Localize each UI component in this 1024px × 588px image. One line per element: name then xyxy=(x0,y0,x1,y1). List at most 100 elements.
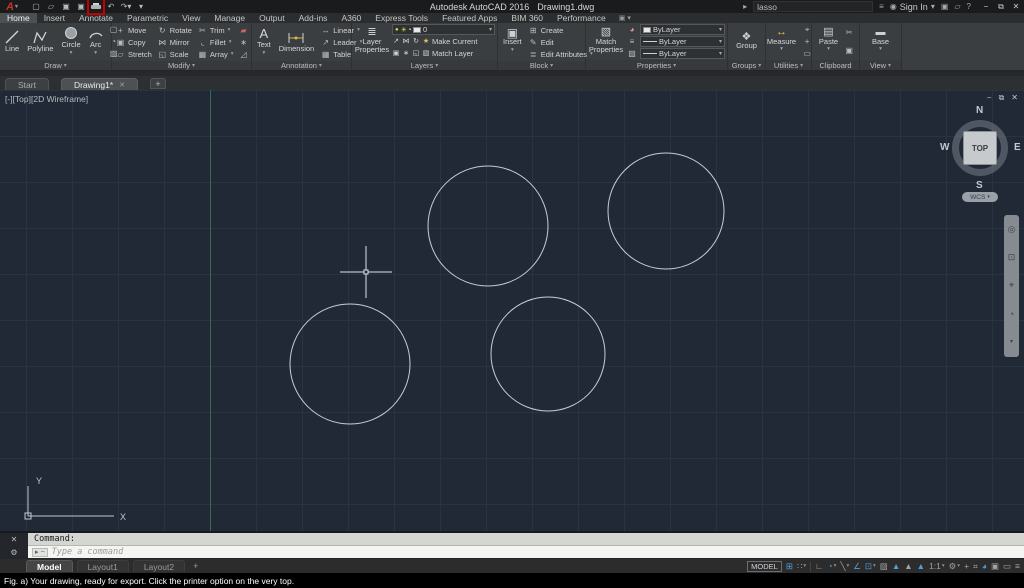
sign-in-button[interactable]: ◉ Sign In ▾ xyxy=(890,2,935,12)
clean-screen-button[interactable]: ▭ xyxy=(1003,561,1011,572)
arc-button[interactable]: Arc ▾ xyxy=(86,24,106,59)
tab-annotate[interactable]: Annotate xyxy=(72,13,120,23)
tab-insert[interactable]: Insert xyxy=(37,13,72,23)
viewcube-west[interactable]: W xyxy=(940,142,949,153)
annotation-monitor-button[interactable]: + xyxy=(964,561,969,571)
cut-button[interactable]: ✂ xyxy=(843,27,855,38)
viewcube-north[interactable]: N xyxy=(976,105,983,116)
base-button[interactable]: ▬ Base ▾ xyxy=(869,24,892,59)
layer-tool-icon[interactable]: ◱ xyxy=(412,49,420,57)
fillet-button[interactable]: ◟Fillet▾ xyxy=(196,36,236,48)
layer-tool-icon[interactable]: ∗ xyxy=(402,49,410,57)
keyword-icon[interactable]: ≡ xyxy=(879,2,884,11)
tab-featured-apps[interactable]: Featured Apps xyxy=(435,13,504,23)
array-button[interactable]: ▦Array▾ xyxy=(196,48,236,60)
circle-button[interactable]: Circle ▾ xyxy=(58,24,83,59)
file-tab-start[interactable]: Start xyxy=(5,78,49,90)
close-tab-icon[interactable]: ✕ xyxy=(119,81,125,89)
layer-dropdown[interactable]: ● ☀ ▪ 0 ▾ xyxy=(392,24,495,35)
panel-label-block[interactable]: Block▾ xyxy=(498,61,585,70)
panel-label-groups[interactable]: Groups▾ xyxy=(728,60,765,70)
viewport-label[interactable]: [-][Top][2D Wireframe] xyxy=(5,94,88,104)
layer-tool-icon[interactable]: ↗ xyxy=(392,37,400,45)
file-tab-drawing1[interactable]: Drawing1* ✕ xyxy=(61,78,138,90)
ortho-toggle[interactable]: ∟ xyxy=(815,561,823,571)
navigation-bar[interactable]: ◎ ⊡ ⌖ ◔ ▾ xyxy=(1004,215,1019,357)
qat-customize-button[interactable]: ▾ xyxy=(135,1,147,12)
tab-manage[interactable]: Manage xyxy=(207,13,252,23)
measure-button[interactable]: ↔ Measure ▾ xyxy=(764,24,799,59)
customize-command-icon[interactable]: ⚙ xyxy=(10,548,17,557)
panel-label-annotation[interactable]: Annotation▾ xyxy=(252,61,351,70)
copy-button[interactable]: ▣Copy xyxy=(114,36,154,48)
lock-ui-button[interactable]: ▣ xyxy=(991,561,999,572)
tab-view[interactable]: View xyxy=(175,13,207,23)
search-arrow-icon[interactable]: ▸ xyxy=(743,2,747,11)
viewport-minimize-button[interactable]: − xyxy=(987,93,992,103)
explode-button[interactable]: ∗ xyxy=(238,37,250,48)
model-space-toggle[interactable]: MODEL xyxy=(747,561,782,572)
panel-label-properties[interactable]: Properties▾ xyxy=(586,60,727,70)
lineweight-toggle[interactable]: ▨ xyxy=(880,561,888,572)
annotation-scale-dropdown[interactable]: 1:1▾ xyxy=(929,561,945,571)
isodraft-toggle[interactable]: ╲▾ xyxy=(840,561,849,572)
new-file-button[interactable]: ▢ xyxy=(30,1,42,12)
orbit-icon[interactable]: ◔ xyxy=(1009,310,1014,319)
object-color-dropdown[interactable]: ByLayer ▾ xyxy=(640,24,725,35)
layout-tab-layout2[interactable]: Layout2 xyxy=(133,560,185,572)
copy-clip-button[interactable]: ▣ xyxy=(843,45,855,56)
ribbon-display-toggle[interactable]: ▣ ▾ xyxy=(619,13,631,23)
restore-button[interactable]: ⧉ xyxy=(996,2,1006,12)
hardware-acceleration-button[interactable]: ◕ xyxy=(982,561,987,571)
viewport-restore-button[interactable]: ⧉ xyxy=(999,93,1005,103)
tab-output[interactable]: Output xyxy=(252,13,292,23)
edit-attributes-button[interactable]: ≣Edit Attributes▾ xyxy=(527,48,595,60)
rotate-button[interactable]: ↻Rotate xyxy=(156,24,194,36)
tab-addins[interactable]: Add-ins xyxy=(292,13,335,23)
color-wheel-button[interactable]: ◕ xyxy=(626,24,638,35)
layer-tool-icon[interactable]: ↻ xyxy=(412,37,420,45)
dimension-button[interactable]: Dimension xyxy=(276,24,317,60)
layout-tab-layout1[interactable]: Layout1 xyxy=(77,560,129,572)
panel-label-modify[interactable]: Modify▾ xyxy=(112,61,251,70)
text-button[interactable]: A Text ▾ xyxy=(254,24,274,60)
plot-button[interactable] xyxy=(90,1,102,12)
save-button[interactable]: ▣ xyxy=(60,1,72,12)
open-file-button[interactable]: ▱ xyxy=(45,1,57,12)
layer-tool-icon[interactable]: ▣ xyxy=(392,49,400,57)
navwheel-icon[interactable]: ◎ xyxy=(1008,225,1016,234)
autocad-logo[interactable]: A▾ xyxy=(0,0,24,13)
isolate-objects-button[interactable]: ⌗ xyxy=(973,561,978,572)
polyline-button[interactable]: Polyline xyxy=(24,24,56,59)
drawn-circle-2[interactable] xyxy=(608,153,724,269)
trim-button[interactable]: ✂Trim▾ xyxy=(196,24,236,36)
redo-button[interactable]: ↷▾ xyxy=(120,1,132,12)
tab-performance[interactable]: Performance xyxy=(550,13,613,23)
tab-parametric[interactable]: Parametric xyxy=(120,13,175,23)
viewcube-south[interactable]: S xyxy=(976,180,983,191)
chevron-down-icon[interactable]: ▾ xyxy=(1010,338,1013,347)
panel-label-utilities[interactable]: Utilities▾ xyxy=(766,60,811,70)
tab-bim360[interactable]: BIM 360 xyxy=(504,13,550,23)
pan-icon[interactable]: ⊡ xyxy=(1008,253,1016,262)
close-button[interactable]: ✕ xyxy=(1011,2,1021,12)
new-layout-button[interactable]: + xyxy=(189,561,202,571)
paste-button[interactable]: ▤ Paste ▾ xyxy=(816,24,841,59)
object-snap-toggle[interactable]: ⊡▾ xyxy=(865,561,876,572)
layer-properties-button[interactable]: ≣ Layer Properties xyxy=(354,24,390,59)
exchange-apps-icon[interactable]: ▣ xyxy=(941,2,949,11)
layer-tool-icon[interactable]: ⋈ xyxy=(402,37,410,45)
annotation-scale-icon-button[interactable]: ▲ xyxy=(917,561,925,571)
insert-button[interactable]: ▣ Insert ▾ xyxy=(500,24,525,60)
viewport-close-button[interactable]: ✕ xyxy=(1011,93,1018,103)
snap-mode-toggle[interactable]: ∷▾ xyxy=(797,561,806,572)
create-block-button[interactable]: ⊞Create xyxy=(527,24,595,36)
annotation-visibility-toggle[interactable]: ▲ xyxy=(892,561,900,571)
tab-a360[interactable]: A360 xyxy=(334,13,368,23)
mirror-button[interactable]: ⋈Mirror xyxy=(156,36,194,48)
drawn-circle-4[interactable] xyxy=(491,297,605,411)
tab-express-tools[interactable]: Express Tools xyxy=(368,13,435,23)
undo-button[interactable]: ↶ xyxy=(105,1,117,12)
transparency-button[interactable]: ▨ xyxy=(626,48,638,59)
stretch-button[interactable]: ▱Stretch xyxy=(114,48,154,60)
